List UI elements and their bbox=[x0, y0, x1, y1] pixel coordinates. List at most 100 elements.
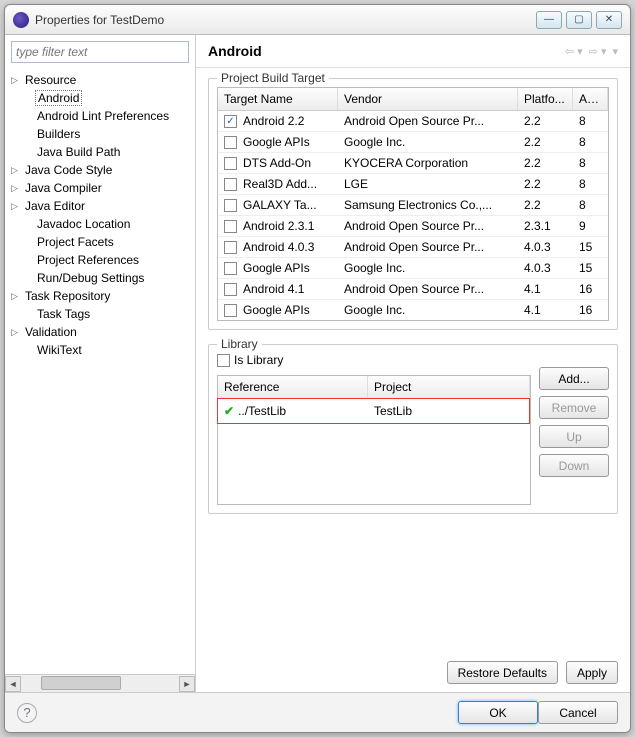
menu-icon[interactable]: ▾ bbox=[612, 45, 618, 58]
tree-label: Java Build Path bbox=[35, 145, 122, 159]
target-checkbox[interactable]: ✓ bbox=[224, 115, 237, 128]
tree-item[interactable]: ▷Resource bbox=[5, 71, 195, 89]
tree-item[interactable]: Task Tags bbox=[5, 305, 195, 323]
target-row[interactable]: Google APIsGoogle Inc.2.28 bbox=[218, 132, 608, 153]
col-vendor[interactable]: Vendor bbox=[338, 88, 518, 110]
filter-input[interactable] bbox=[11, 41, 189, 63]
expand-icon[interactable]: ▷ bbox=[11, 327, 23, 338]
col-project[interactable]: Project bbox=[368, 376, 530, 398]
targets-table[interactable]: Target Name Vendor Platfo... AP... ✓Andr… bbox=[217, 87, 609, 321]
tree-item[interactable]: ▷Task Repository bbox=[5, 287, 195, 305]
tree-label: Task Tags bbox=[35, 307, 92, 321]
scroll-left-icon[interactable]: ◄ bbox=[5, 676, 21, 692]
restore-defaults-button[interactable]: Restore Defaults bbox=[447, 661, 558, 684]
remove-button[interactable]: Remove bbox=[539, 396, 609, 419]
target-row[interactable]: ✓Android 2.2Android Open Source Pr...2.2… bbox=[218, 111, 608, 132]
up-button[interactable]: Up bbox=[539, 425, 609, 448]
tree-label: Run/Debug Settings bbox=[35, 271, 146, 285]
target-checkbox[interactable] bbox=[224, 157, 237, 170]
tree-item[interactable]: Java Build Path bbox=[5, 143, 195, 161]
library-group: Library Is Library Reference Project ✔..… bbox=[208, 344, 618, 514]
target-checkbox[interactable] bbox=[224, 178, 237, 191]
col-api[interactable]: AP... bbox=[573, 88, 608, 110]
tree-item[interactable]: Run/Debug Settings bbox=[5, 269, 195, 287]
cancel-button[interactable]: Cancel bbox=[538, 701, 618, 724]
group-label: Library bbox=[217, 337, 262, 351]
is-library-checkbox[interactable]: Is Library bbox=[217, 353, 609, 367]
properties-dialog: Properties for TestDemo — ▢ ✕ ▷ResourceA… bbox=[4, 4, 631, 733]
expand-icon[interactable]: ▷ bbox=[11, 75, 23, 86]
minimize-button[interactable]: — bbox=[536, 11, 562, 29]
target-row[interactable]: Android 4.1Android Open Source Pr...4.11… bbox=[218, 279, 608, 300]
tree-item[interactable]: ▷Validation bbox=[5, 323, 195, 341]
tree-label: Resource bbox=[23, 73, 78, 87]
expand-icon[interactable]: ▷ bbox=[11, 183, 23, 194]
col-target-name[interactable]: Target Name bbox=[218, 88, 338, 110]
dialog-footer: ? OK Cancel bbox=[5, 692, 630, 732]
target-checkbox[interactable] bbox=[224, 262, 237, 275]
tree-label: Project Facets bbox=[35, 235, 116, 249]
tree-item[interactable]: Project Facets bbox=[5, 233, 195, 251]
tree-item[interactable]: Project References bbox=[5, 251, 195, 269]
apply-button[interactable]: Apply bbox=[566, 661, 618, 684]
ok-button[interactable]: OK bbox=[458, 701, 538, 724]
build-target-group: Project Build Target Target Name Vendor … bbox=[208, 78, 618, 330]
scroll-thumb[interactable] bbox=[41, 676, 121, 690]
main-panel: Android ⇦ ▾ ⇨ ▾ ▾ Project Build Target T… bbox=[196, 35, 630, 692]
highlighted-row: ✔../TestLib TestLib bbox=[217, 398, 530, 424]
tree-item[interactable]: WikiText bbox=[5, 341, 195, 359]
col-reference[interactable]: Reference bbox=[218, 376, 368, 398]
target-row[interactable]: Google APIsGoogle Inc.4.116 bbox=[218, 300, 608, 320]
expand-icon[interactable]: ▷ bbox=[11, 165, 23, 176]
target-row[interactable]: GALAXY Ta...Samsung Electronics Co.,...2… bbox=[218, 195, 608, 216]
expand-icon[interactable]: ▷ bbox=[11, 201, 23, 212]
target-checkbox[interactable] bbox=[224, 220, 237, 233]
app-icon bbox=[13, 12, 29, 28]
target-row[interactable]: Google APIsGoogle Inc.4.0.315 bbox=[218, 258, 608, 279]
target-checkbox[interactable] bbox=[224, 199, 237, 212]
target-row[interactable]: DTS Add-OnKYOCERA Corporation2.28 bbox=[218, 153, 608, 174]
tree-item[interactable]: ▷Java Code Style bbox=[5, 161, 195, 179]
forward-icon[interactable]: ⇨ ▾ bbox=[589, 45, 607, 58]
library-row[interactable]: ✔../TestLib TestLib bbox=[218, 399, 529, 423]
expand-icon[interactable]: ▷ bbox=[11, 291, 23, 302]
tree-item[interactable]: ▷Java Editor bbox=[5, 197, 195, 215]
window-title: Properties for TestDemo bbox=[35, 13, 532, 27]
tree-item[interactable]: Javadoc Location bbox=[5, 215, 195, 233]
target-checkbox[interactable] bbox=[224, 136, 237, 149]
target-checkbox[interactable] bbox=[224, 304, 237, 317]
scroll-track[interactable] bbox=[21, 676, 179, 692]
col-platform[interactable]: Platfo... bbox=[518, 88, 573, 110]
tree-item[interactable]: Builders bbox=[5, 125, 195, 143]
tree-label: Java Code Style bbox=[23, 163, 114, 177]
tree-label: Builders bbox=[35, 127, 82, 141]
back-icon[interactable]: ⇦ ▾ bbox=[565, 45, 583, 58]
horizontal-scrollbar[interactable]: ◄ ► bbox=[5, 674, 195, 692]
tree-label: WikiText bbox=[35, 343, 84, 357]
tree-item[interactable]: ▷Java Compiler bbox=[5, 179, 195, 197]
tree-label: Java Editor bbox=[23, 199, 87, 213]
tree-item[interactable]: Android bbox=[5, 89, 195, 107]
tree-item[interactable]: Android Lint Preferences bbox=[5, 107, 195, 125]
tree-label: Android bbox=[35, 90, 82, 106]
category-tree[interactable]: ▷ResourceAndroidAndroid Lint Preferences… bbox=[5, 69, 195, 674]
help-icon[interactable]: ? bbox=[17, 703, 37, 723]
maximize-button[interactable]: ▢ bbox=[566, 11, 592, 29]
check-icon: ✔ bbox=[224, 404, 234, 418]
add-button[interactable]: Add... bbox=[539, 367, 609, 390]
sidebar: ▷ResourceAndroidAndroid Lint Preferences… bbox=[5, 35, 196, 692]
tree-label: Project References bbox=[35, 253, 141, 267]
page-title: Android bbox=[208, 43, 559, 59]
library-table[interactable]: Reference Project ✔../TestLib TestLib bbox=[217, 375, 531, 505]
tree-label: Java Compiler bbox=[23, 181, 104, 195]
scroll-right-icon[interactable]: ► bbox=[179, 676, 195, 692]
titlebar[interactable]: Properties for TestDemo — ▢ ✕ bbox=[5, 5, 630, 35]
target-checkbox[interactable] bbox=[224, 283, 237, 296]
target-row[interactable]: Real3D Add...LGE2.28 bbox=[218, 174, 608, 195]
tree-label: Android Lint Preferences bbox=[35, 109, 171, 123]
close-button[interactable]: ✕ bbox=[596, 11, 622, 29]
target-row[interactable]: Android 2.3.1Android Open Source Pr...2.… bbox=[218, 216, 608, 237]
down-button[interactable]: Down bbox=[539, 454, 609, 477]
target-checkbox[interactable] bbox=[224, 241, 237, 254]
target-row[interactable]: Android 4.0.3Android Open Source Pr...4.… bbox=[218, 237, 608, 258]
